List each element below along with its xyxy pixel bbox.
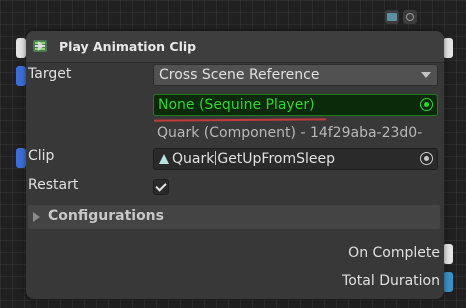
chevron-right-icon <box>33 212 40 222</box>
target-label: Target <box>28 66 72 82</box>
output-port-total-duration[interactable] <box>443 272 453 292</box>
node-icon[interactable] <box>385 10 399 24</box>
target-mode-value: Cross Scene Reference <box>159 67 320 83</box>
input-port-clip[interactable] <box>16 148 26 168</box>
reference-info: Quark (Component) - 14f29aba-23d0- <box>157 125 423 141</box>
node-header[interactable]: Play Animation Clip <box>26 31 444 63</box>
circle-slot-icon[interactable] <box>403 10 417 24</box>
output-port-top[interactable] <box>443 38 453 58</box>
total-duration-label: Total Duration <box>342 273 440 289</box>
animation-clip-icon <box>159 154 169 164</box>
top-toolbar-icons <box>385 10 417 24</box>
clip-value: Quark GetUpFromSleep <box>172 151 336 167</box>
configurations-foldout[interactable]: Configurations <box>28 205 440 229</box>
object-picker-icon[interactable] <box>420 98 433 111</box>
target-mode-dropdown[interactable]: Cross Scene Reference <box>153 64 438 86</box>
play-animation-icon <box>33 40 47 52</box>
input-port-flow[interactable] <box>16 38 26 58</box>
restart-label: Restart <box>28 177 79 193</box>
configurations-label: Configurations <box>48 208 164 224</box>
input-port-target[interactable] <box>16 66 26 86</box>
on-complete-label: On Complete <box>348 245 440 261</box>
clip-picker-icon[interactable] <box>420 152 433 165</box>
clip-object-field[interactable]: Quark GetUpFromSleep <box>153 148 438 170</box>
chevron-down-icon <box>421 72 431 78</box>
node-title: Play Animation Clip <box>59 39 197 54</box>
output-port-on-complete[interactable] <box>443 244 453 264</box>
annotation-underline <box>153 118 327 122</box>
reference-value: None (Sequine Player) <box>158 97 315 113</box>
clip-label: Clip <box>28 148 55 164</box>
restart-checkbox[interactable] <box>153 179 169 195</box>
reference-object-field[interactable]: None (Sequine Player) <box>153 94 438 116</box>
graph-node[interactable]: Play Animation Clip Target Cross Scene R… <box>26 31 444 299</box>
